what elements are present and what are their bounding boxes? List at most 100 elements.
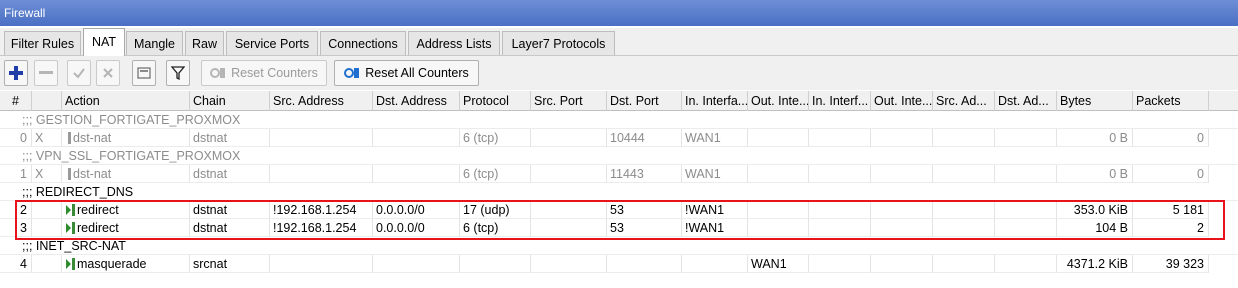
col-chain[interactable]: Chain — [190, 91, 270, 111]
col-bytes[interactable]: Bytes — [1057, 91, 1133, 111]
tab-bar: Filter Rules NAT Mangle Raw Service Port… — [0, 28, 1238, 56]
comment-icon — [137, 67, 151, 79]
reset-counters-icon — [210, 68, 226, 78]
col-in-interface[interactable]: In. Interfa... — [682, 91, 748, 111]
tab-raw[interactable]: Raw — [185, 31, 224, 55]
rule-dst-port — [607, 255, 682, 273]
col-action[interactable]: Action — [62, 91, 190, 111]
reset-all-counters-button[interactable]: Reset All Counters — [334, 60, 479, 86]
rule-out-interface — [748, 165, 809, 183]
rule-src-address — [270, 165, 373, 183]
rule-chain: dstnat — [190, 219, 270, 237]
rule-flag: X — [32, 129, 62, 147]
rule-in-interface: WAN1 — [682, 165, 748, 183]
check-icon — [73, 68, 85, 79]
col-num[interactable]: # — [0, 91, 32, 111]
rule-comment[interactable]: ;;; VPN_SSL_FORTIGATE_PROXMOX — [0, 147, 1238, 165]
window-title: Firewall — [0, 0, 1238, 26]
rule-src-address — [270, 255, 373, 273]
rule-packets: 5 181 — [1133, 201, 1209, 219]
rule-protocol: 6 (tcp) — [460, 129, 531, 147]
rule-in-interface: !WAN1 — [682, 219, 748, 237]
table-row[interactable]: 1 X dst-nat dstnat 6 (tcp) 11443 WAN1 0 … — [0, 165, 1238, 183]
remove-button[interactable] — [34, 60, 58, 86]
table-row[interactable]: 3 redirect dstnat !192.168.1.254 0.0.0.0… — [0, 219, 1238, 237]
col-out-interface[interactable]: Out. Inte... — [748, 91, 809, 111]
filter-button[interactable] — [166, 60, 190, 86]
nat-rules-table: # Action Chain Src. Address Dst. Address… — [0, 90, 1238, 288]
rule-bytes: 0 B — [1057, 129, 1133, 147]
col-out-interface-list[interactable]: Out. Inte... — [871, 91, 933, 111]
rule-src-port — [531, 129, 607, 147]
plus-icon — [9, 66, 23, 80]
rule-number: 2 — [0, 201, 32, 219]
rule-protocol: 17 (udp) — [460, 201, 531, 219]
col-protocol[interactable]: Protocol — [460, 91, 531, 111]
rule-out-interface — [748, 129, 809, 147]
col-packets[interactable]: Packets — [1133, 91, 1209, 111]
enable-button[interactable] — [67, 60, 91, 86]
tab-layer7-protocols[interactable]: Layer7 Protocols — [502, 31, 615, 55]
rule-chain: dstnat — [190, 201, 270, 219]
rule-flag — [32, 255, 62, 273]
col-src-port[interactable]: Src. Port — [531, 91, 607, 111]
tab-mangle[interactable]: Mangle — [126, 31, 183, 55]
rule-protocol: 6 (tcp) — [460, 219, 531, 237]
table-row[interactable]: 2 redirect dstnat !192.168.1.254 0.0.0.0… — [0, 201, 1238, 219]
rule-comment[interactable]: ;;; REDIRECT_DNS — [0, 183, 1238, 201]
disable-button[interactable] — [96, 60, 120, 86]
col-flag[interactable] — [32, 91, 62, 111]
rule-src-address: !192.168.1.254 — [270, 201, 373, 219]
rule-src-address: !192.168.1.254 — [270, 219, 373, 237]
rule-chain: dstnat — [190, 129, 270, 147]
rule-flag — [32, 201, 62, 219]
action-icon — [66, 223, 71, 233]
action-icon — [68, 168, 71, 180]
rule-in-interface: WAN1 — [682, 129, 748, 147]
rule-dst-port: 10444 — [607, 129, 682, 147]
rule-chain: dstnat — [190, 165, 270, 183]
tab-address-lists[interactable]: Address Lists — [408, 31, 500, 55]
col-dst-address[interactable]: Dst. Address — [373, 91, 460, 111]
tab-service-ports[interactable]: Service Ports — [226, 31, 318, 55]
rule-comment[interactable]: ;;; INET_SRC-NAT — [0, 237, 1238, 255]
rule-bytes: 353.0 KiB — [1057, 201, 1133, 219]
rule-action: dst-nat — [73, 131, 112, 145]
rule-packets: 39 323 — [1133, 255, 1209, 273]
col-src-address[interactable]: Src. Address — [270, 91, 373, 111]
action-icon — [68, 132, 71, 144]
rule-action: dst-nat — [73, 167, 112, 181]
tab-nat[interactable]: NAT — [83, 28, 125, 56]
rule-in-interface: !WAN1 — [682, 201, 748, 219]
rule-out-interface — [748, 219, 809, 237]
rule-dst-address — [373, 255, 460, 273]
col-dst-port[interactable]: Dst. Port — [607, 91, 682, 111]
rule-bytes: 0 B — [1057, 165, 1133, 183]
rule-out-interface — [748, 201, 809, 219]
rule-comment[interactable]: ;;; GESTION_FORTIGATE_PROXMOX — [0, 111, 1238, 129]
rule-dst-address: 0.0.0.0/0 — [373, 201, 460, 219]
tab-filter-rules[interactable]: Filter Rules — [4, 31, 81, 55]
rule-dst-address — [373, 129, 460, 147]
rule-src-port — [531, 201, 607, 219]
reset-all-counters-icon — [344, 68, 360, 78]
rule-src-address — [270, 129, 373, 147]
col-dst-address-list[interactable]: Dst. Ad... — [995, 91, 1057, 111]
rule-src-port — [531, 165, 607, 183]
rule-action: masquerade — [77, 257, 147, 271]
rule-dst-port: 53 — [607, 201, 682, 219]
rule-in-interface — [682, 255, 748, 273]
reset-counters-button[interactable]: Reset Counters — [201, 60, 327, 86]
table-row[interactable]: 4 masquerade srcnat WAN1 4371.2 KiB 39 3… — [0, 255, 1238, 273]
col-src-address-list[interactable]: Src. Ad... — [933, 91, 995, 111]
col-in-interface-list[interactable]: In. Interf... — [809, 91, 871, 111]
rule-protocol — [460, 255, 531, 273]
table-row[interactable]: 0 X dst-nat dstnat 6 (tcp) 10444 WAN1 0 … — [0, 129, 1238, 147]
minus-icon — [39, 71, 53, 74]
comment-button[interactable] — [132, 60, 156, 86]
add-button[interactable] — [4, 60, 28, 86]
rule-number: 1 — [0, 165, 32, 183]
rule-packets: 0 — [1133, 165, 1209, 183]
rule-packets: 2 — [1133, 219, 1209, 237]
tab-connections[interactable]: Connections — [320, 31, 406, 55]
